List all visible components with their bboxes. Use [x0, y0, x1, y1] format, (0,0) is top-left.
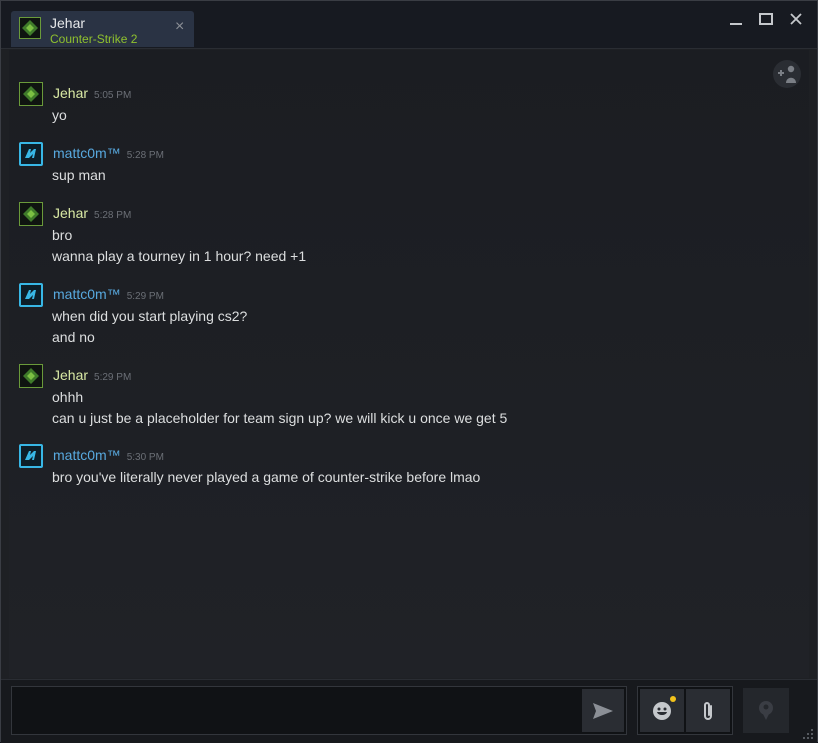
- close-icon[interactable]: [781, 7, 811, 31]
- message-text: bro: [52, 227, 73, 243]
- notification-dot: [670, 696, 676, 702]
- message-text: and no: [52, 329, 95, 345]
- message-text: ohhh: [52, 389, 84, 405]
- message-timestamp: 5:30 PM: [126, 452, 164, 463]
- sender-name[interactable]: Jehar 5:29 PM: [53, 367, 131, 383]
- message-text: when did you start playing cs2?: [52, 308, 248, 324]
- avatar[interactable]: [19, 202, 43, 226]
- add-friend-icon[interactable]: [773, 60, 801, 88]
- chat-tab-jehar[interactable]: Jehar Counter-Strike 2 ×: [11, 11, 194, 47]
- message-text: bro you've literally never played a game…: [52, 469, 481, 485]
- message-text: yo: [52, 107, 67, 123]
- minimize-icon[interactable]: [721, 7, 751, 31]
- tab-game-status: Counter-Strike 2: [50, 32, 138, 46]
- emoji-icon: [653, 701, 671, 720]
- sender-name[interactable]: mattc0m™ 5:29 PM: [53, 286, 164, 302]
- chat-history[interactable]: Jehar 5:05 PM yo mattc0m™ 5:28 PM sup man …: [9, 50, 809, 678]
- avatar[interactable]: [19, 364, 43, 388]
- sender-name[interactable]: Jehar 5:28 PM: [53, 205, 131, 221]
- message-timestamp: 5:05 PM: [94, 90, 132, 101]
- maximize-icon[interactable]: [751, 7, 781, 31]
- message-input[interactable]: [11, 686, 627, 735]
- tab-friend-name: Jehar: [50, 15, 86, 31]
- sender-name[interactable]: Jehar 5:05 PM: [53, 85, 131, 101]
- avatar[interactable]: [19, 283, 43, 307]
- message-text: wanna play a tourney in 1 hour? need +1: [52, 248, 307, 264]
- message-timestamp: 5:29 PM: [94, 372, 132, 383]
- send-button[interactable]: [582, 689, 624, 732]
- title-bar: Jehar Counter-Strike 2 ×: [1, 1, 817, 49]
- sender-name[interactable]: mattc0m™ 5:28 PM: [53, 145, 164, 161]
- message-text: sup man: [52, 167, 106, 183]
- attach-button[interactable]: [686, 689, 730, 732]
- avatar: [19, 17, 41, 39]
- message-timestamp: 5:29 PM: [126, 291, 164, 302]
- resize-grip-icon[interactable]: [802, 728, 814, 740]
- avatar[interactable]: [19, 444, 43, 468]
- emoji-button[interactable]: [640, 689, 684, 732]
- compose-tools: [637, 686, 733, 735]
- message-timestamp: 5:28 PM: [126, 150, 164, 161]
- voice-chat-button[interactable]: [743, 688, 789, 733]
- sender-name[interactable]: mattc0m™ 5:30 PM: [53, 447, 164, 463]
- send-icon: [593, 702, 613, 719]
- compose-bar: [1, 679, 817, 743]
- window-controls: [721, 7, 811, 31]
- message-text: can u just be a placeholder for team sig…: [52, 410, 508, 426]
- paperclip-icon: [704, 701, 712, 720]
- chat-window: Jehar Counter-Strike 2 × Jehar 5:05 PM y…: [0, 0, 818, 743]
- message-timestamp: 5:28 PM: [94, 210, 132, 221]
- close-tab-icon[interactable]: ×: [175, 19, 184, 35]
- avatar[interactable]: [19, 82, 43, 106]
- voice-icon: [759, 700, 773, 720]
- avatar[interactable]: [19, 142, 43, 166]
